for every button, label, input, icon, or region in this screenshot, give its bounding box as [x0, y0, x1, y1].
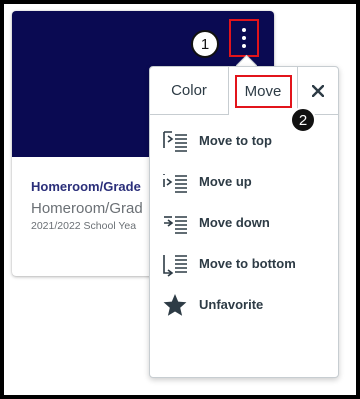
- menu-item-label: Unfavorite: [199, 297, 264, 312]
- menu-item-move-up[interactable]: Move up: [150, 161, 338, 202]
- step-callout-1: 1: [191, 30, 219, 58]
- menu-item-label: Move up: [199, 174, 252, 189]
- menu-item-move-down[interactable]: Move down: [150, 202, 338, 243]
- close-button[interactable]: [304, 77, 332, 105]
- card-options-kebab-button[interactable]: [229, 19, 259, 57]
- kebab-dot: [242, 36, 246, 40]
- kebab-dot: [242, 28, 246, 32]
- menu-item-label: Move down: [199, 215, 270, 230]
- menu-item-label: Move to bottom: [199, 256, 296, 271]
- move-up-icon: [163, 174, 187, 193]
- tab-move[interactable]: Move: [228, 67, 298, 115]
- menu-item-unfavorite[interactable]: Unfavorite: [150, 284, 338, 325]
- menu-item-label: Move to top: [199, 133, 272, 148]
- move-down-icon: [164, 216, 187, 234]
- move-to-bottom-icon: [163, 255, 187, 277]
- star-icon: [163, 294, 187, 316]
- move-options-list: Move to top Move up Move down Move to bo…: [150, 120, 338, 325]
- close-icon: [312, 85, 324, 97]
- menu-item-move-to-bottom[interactable]: Move to bottom: [150, 243, 338, 284]
- kebab-dot: [242, 44, 246, 48]
- move-to-top-icon: [163, 131, 187, 152]
- tab-color[interactable]: Color: [150, 67, 228, 114]
- step-callout-2: 2: [290, 107, 316, 133]
- menu-tabs: Color Move: [150, 67, 338, 115]
- tab-move-label: Move: [234, 74, 292, 108]
